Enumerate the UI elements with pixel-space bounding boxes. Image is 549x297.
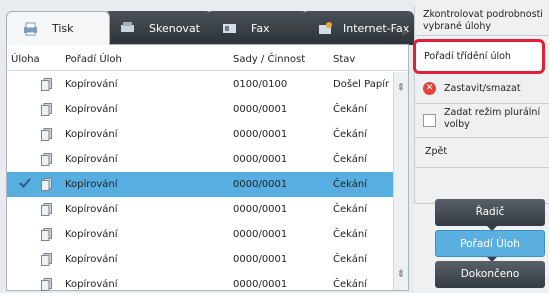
tab-label: Fax (251, 21, 270, 35)
row-sets: 0000/0001 (233, 254, 288, 265)
fax-icon (222, 21, 237, 35)
row-sets: 0000/0001 (233, 229, 288, 240)
list-scrollbar[interactable]: ⇞ ⇟ (393, 72, 408, 290)
copy-job-icon (41, 278, 52, 291)
copy-job-icon (41, 253, 52, 266)
table-row[interactable]: Kopírování 0000/0001 Čekání (7, 222, 393, 247)
menu-stop-delete[interactable]: ✕ Zastavit/smazat (415, 74, 549, 104)
action-menu: Zkontrolovat podrobnosti vybrané úlohy ✕… (414, 6, 549, 204)
stop-icon: ✕ (423, 82, 436, 95)
menu-sort-jobs[interactable]: Pořadí třídění úloh (413, 39, 545, 74)
mode-tabs: Skenovat Fax Internet-Fax Tisk (6, 11, 414, 45)
table-row[interactable]: Kopírování 0000/0001 Čekání (7, 272, 393, 297)
panel-toggle-icon[interactable]: ▶ (402, 28, 409, 38)
table-row[interactable]: Kopírování 0100/0100 Došel Papír (7, 72, 393, 97)
row-status: Čekání (333, 254, 367, 265)
job-list-panel: Úloha Pořadí Úloh Sady / Činnost Stav Ko… (6, 44, 409, 291)
table-row[interactable]: Kopírování 0000/0001 Čekání (7, 147, 393, 172)
header-order: Pořadí Úloh (65, 54, 122, 65)
menu-label: Zastavit/smazat (444, 83, 521, 94)
row-status: Došel Papír (333, 79, 390, 90)
copy-job-icon (41, 128, 52, 141)
row-sets: 0000/0001 (233, 104, 288, 115)
table-row[interactable]: Kopírování 0000/0001 Čekání (7, 97, 393, 122)
row-status: Čekání (333, 179, 367, 190)
copy-job-icon (41, 103, 52, 116)
menu-label: Zpět (425, 146, 448, 157)
menu-label: Zkontrolovat podrobnosti vybrané úlohy (423, 9, 543, 32)
copy-job-icon (41, 78, 52, 91)
table-header: Úloha Pořadí Úloh Sady / Činnost Stav (7, 45, 408, 71)
row-name: Kopírování (65, 229, 118, 240)
row-name: Kopírování (65, 179, 118, 190)
copy-job-icon (41, 153, 52, 166)
row-sets: 0000/0001 (233, 279, 288, 290)
row-status: Čekání (333, 129, 367, 140)
header-sets: Sady / Činnost (233, 54, 306, 65)
row-name: Kopírování (65, 104, 118, 115)
scroll-down-icon[interactable]: ⇟ (395, 266, 407, 282)
checkmark-icon (19, 178, 31, 188)
job-status-screen: Skenovat Fax Internet-Fax Tisk Úloha Poř… (0, 0, 549, 293)
row-name: Kopírování (65, 79, 118, 90)
row-name: Kopírování (65, 254, 118, 265)
row-name: Kopírování (65, 204, 118, 215)
menu-check-details[interactable]: Zkontrolovat podrobnosti vybrané úlohy (415, 6, 549, 36)
table-row[interactable]: Kopírování 0000/0001 Čekání (7, 247, 393, 272)
row-name: Kopírování (65, 279, 118, 290)
tab-fax[interactable]: Fax (206, 11, 308, 45)
row-status: Čekání (333, 279, 367, 290)
checkbox-icon (423, 114, 436, 127)
tab-tisk[interactable]: Tisk (6, 11, 110, 45)
table-row[interactable]: Kopírování 0000/0001 Čekání (7, 172, 393, 197)
menu-label: Pořadí třídění úloh (424, 51, 511, 62)
tab-label: Tisk (52, 22, 74, 35)
menu-back[interactable]: Zpět (415, 138, 549, 168)
scroll-up-icon[interactable]: ⇞ (395, 80, 407, 96)
row-sets: 0100/0100 (233, 79, 288, 90)
menu-plural-mode[interactable]: Zadat režim plurální volby (415, 104, 549, 138)
internet-fax-icon (318, 21, 333, 35)
row-sets: 0000/0001 (233, 129, 288, 140)
copy-job-icon (41, 178, 52, 191)
copy-job-icon (41, 203, 52, 216)
row-status: Čekání (333, 154, 367, 165)
row-sets: 0000/0001 (233, 154, 288, 165)
print-icon (23, 22, 38, 36)
row-status: Čekání (333, 204, 367, 215)
complete-button[interactable]: Dokončeno (435, 261, 545, 288)
tab-skenovat[interactable]: Skenovat (104, 11, 212, 45)
row-name: Kopírování (65, 129, 118, 140)
row-status: Čekání (333, 229, 367, 240)
tab-internet-fax[interactable]: Internet-Fax (302, 11, 414, 45)
header-status: Stav (333, 54, 356, 65)
row-sets: 0000/0001 (233, 179, 288, 190)
scan-icon (120, 21, 135, 35)
row-name: Kopírování (65, 154, 118, 165)
tab-label: Skenovat (149, 21, 200, 35)
row-sets: 0000/0001 (233, 204, 288, 215)
table-row[interactable]: Kopírování 0000/0001 Čekání (7, 122, 393, 147)
spooler-button[interactable]: Řadič (435, 199, 545, 226)
table-row[interactable]: Kopírování 0000/0001 Čekání (7, 197, 393, 222)
job-queue-button[interactable]: Pořadí Úloh (435, 230, 545, 257)
header-job: Úloha (11, 54, 40, 65)
row-status: Čekání (333, 104, 367, 115)
menu-label: Zadat režim plurální volby (444, 107, 541, 130)
copy-job-icon (41, 228, 52, 241)
tab-label: Internet-Fax (343, 21, 410, 35)
